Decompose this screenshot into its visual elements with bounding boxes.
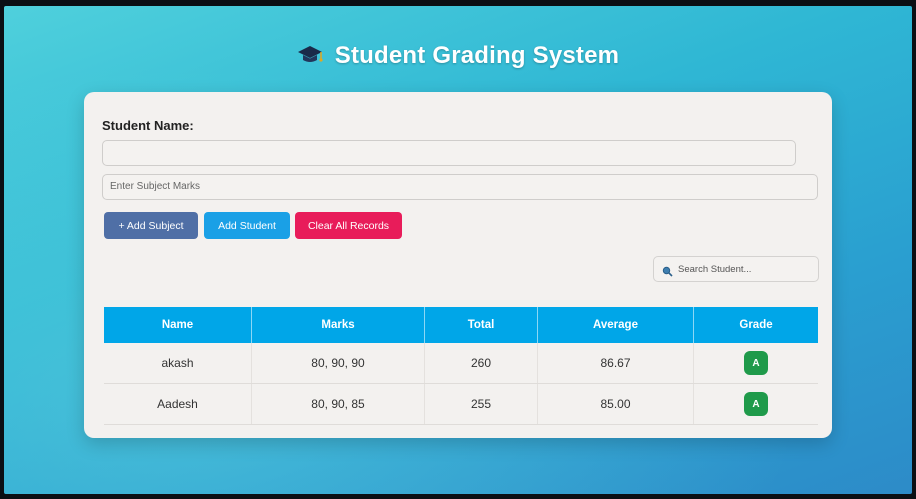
cell-name: akash xyxy=(104,343,252,383)
cell-average: 85.00 xyxy=(538,384,694,424)
graduation-cap-icon xyxy=(297,44,323,73)
header-grade: Grade xyxy=(739,319,773,331)
cell-name: Aadesh xyxy=(104,384,252,424)
students-table: Name Marks Total Average Grade akash 80,… xyxy=(104,307,818,425)
grade-badge: A xyxy=(744,392,768,416)
subject-marks-placeholder: Enter Subject Marks xyxy=(110,181,201,192)
add-student-button[interactable]: Add Student xyxy=(204,212,290,239)
cell-total: 260 xyxy=(425,343,538,383)
header-total: Total xyxy=(425,307,538,343)
grade-badge: A xyxy=(744,351,768,375)
search-placeholder: Search Student... xyxy=(678,264,752,275)
search-icon xyxy=(662,264,673,282)
cell-marks: 80, 90, 85 xyxy=(252,384,425,424)
cell-marks: 80, 90, 90 xyxy=(252,343,425,383)
page-title-text: Student Grading System xyxy=(334,42,620,69)
page-title: Student Grading System xyxy=(4,42,912,73)
table-header: Name Marks Total Average Grade xyxy=(104,307,818,343)
cell-average: 86.67 xyxy=(538,343,694,383)
cell-grade: A xyxy=(694,343,818,383)
cell-grade: A xyxy=(694,384,818,424)
header-average: Average xyxy=(538,307,694,343)
cell-total: 255 xyxy=(425,384,538,424)
header-name: Name xyxy=(104,307,252,343)
header-marks: Marks xyxy=(252,307,425,343)
table-row: Aadesh 80, 90, 85 255 85.00 A xyxy=(104,384,818,425)
subject-marks-input[interactable]: Enter Subject Marks xyxy=(102,174,818,200)
clear-all-records-button[interactable]: Clear All Records xyxy=(295,212,402,239)
search-student-input[interactable]: Search Student... xyxy=(653,256,819,282)
student-name-input[interactable] xyxy=(102,140,796,166)
app-screen: Student Grading System Student Name: Ent… xyxy=(4,6,912,494)
table-row: akash 80, 90, 90 260 86.67 A xyxy=(104,343,818,384)
grading-form-card: Student Name: Enter Subject Marks + Add … xyxy=(84,92,832,438)
student-name-label: Student Name: xyxy=(102,118,194,133)
add-subject-button[interactable]: + Add Subject xyxy=(104,212,198,239)
